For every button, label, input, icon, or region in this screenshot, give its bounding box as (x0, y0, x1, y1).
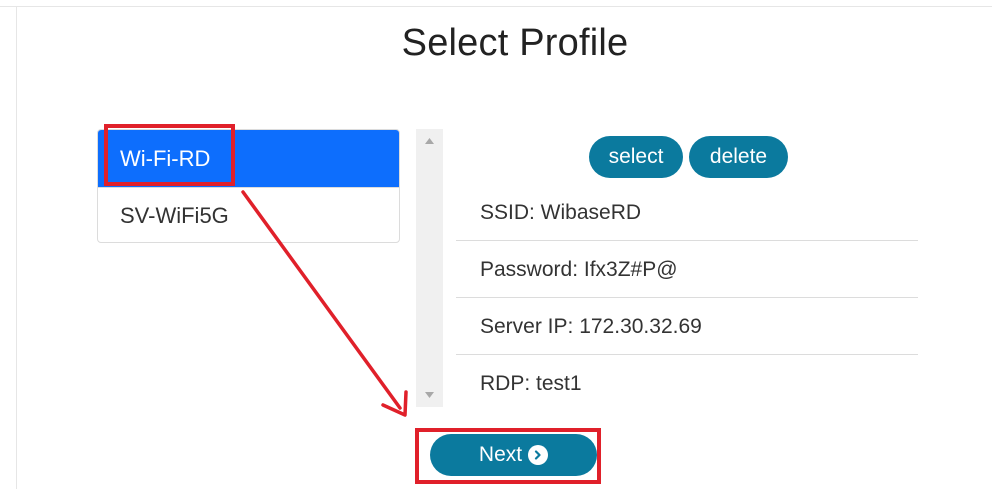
rdp-value: RDP: test1 (480, 372, 582, 395)
scroll-up-arrow-icon[interactable] (416, 133, 443, 149)
password-row: Password: Ifx3Z#P@ (456, 242, 918, 298)
password-value: Password: Ifx3Z#P@ (480, 257, 678, 281)
scrollbar[interactable] (416, 129, 443, 407)
scroll-down-arrow-icon[interactable] (416, 387, 443, 403)
page-title: Select Profile (401, 22, 629, 64)
server-ip-value: Server IP: 172.30.32.69 (480, 314, 702, 338)
ssid-value: SSID: WibaseRD (480, 200, 642, 224)
annotation-highlight-next (415, 428, 601, 484)
select-profile-page: Select Profile Wi-Fi-RD SV-WiFi5G select… (0, 0, 992, 489)
profile-action-buttons: select delete (589, 136, 788, 178)
delete-button[interactable]: delete (689, 136, 788, 178)
annotation-highlight-profile (104, 124, 235, 186)
select-button[interactable]: select (589, 136, 683, 178)
ssid-row: SSID: WibaseRD (456, 185, 918, 241)
frame-divider-top (0, 6, 992, 7)
profile-item-label: SV-WiFi5G (120, 203, 229, 228)
rdp-row: RDP: test1 (456, 356, 918, 412)
frame-divider-left (16, 6, 17, 489)
profile-item-sv-wifi5g[interactable]: SV-WiFi5G (98, 187, 399, 242)
server-ip-row: Server IP: 172.30.32.69 (456, 299, 918, 355)
